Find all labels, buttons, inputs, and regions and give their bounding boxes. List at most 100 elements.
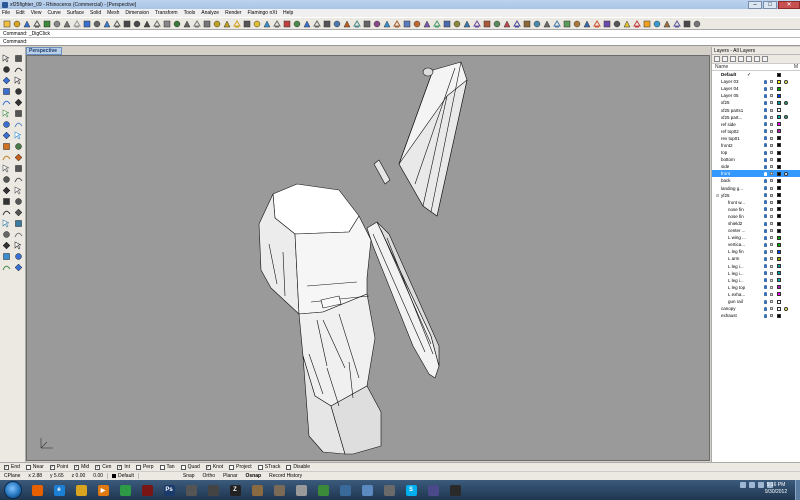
- visibility-bulb-icon[interactable]: [764, 150, 767, 155]
- osnap-mid[interactable]: ✓ Mid: [74, 464, 89, 470]
- explode-icon[interactable]: [522, 19, 531, 28]
- visibility-bulb-icon[interactable]: [764, 292, 767, 297]
- trim-icon[interactable]: [1, 163, 11, 173]
- delete-layer-icon[interactable]: [730, 56, 736, 62]
- lock-icon[interactable]: [770, 214, 773, 218]
- loft-icon[interactable]: [442, 19, 451, 28]
- layer-name[interactable]: Layer 04: [721, 86, 757, 91]
- osnap-label[interactable]: Int: [124, 464, 130, 470]
- menu-edit[interactable]: Edit: [16, 10, 25, 16]
- osnap-checkbox[interactable]: ✓: [4, 464, 9, 470]
- osnap-checkbox[interactable]: ✓: [205, 464, 211, 470]
- lock-icon[interactable]: [770, 285, 773, 289]
- gumball-icon[interactable]: [592, 19, 601, 28]
- gimp-task-button[interactable]: [270, 482, 288, 498]
- lock-icon[interactable]: [770, 172, 773, 176]
- media-player-task-button[interactable]: ▶: [94, 482, 112, 498]
- visibility-bulb-icon[interactable]: [764, 143, 767, 148]
- layer-name[interactable]: L arm: [728, 256, 754, 261]
- layer-name[interactable]: bottom: [721, 157, 757, 162]
- layer-color-swatch[interactable]: [777, 299, 781, 304]
- layer-row[interactable]: back: [712, 177, 800, 184]
- layer-row[interactable]: rev top01: [712, 135, 800, 142]
- lock-icon[interactable]: [770, 250, 773, 254]
- layer-color-swatch[interactable]: [777, 115, 781, 120]
- menu-solid[interactable]: Solid: [90, 10, 101, 16]
- layer-name[interactable]: xf25: [721, 100, 757, 105]
- split-icon[interactable]: [14, 163, 24, 173]
- osnap-label[interactable]: End: [11, 464, 20, 470]
- show-desktop-button[interactable]: [795, 480, 800, 500]
- zoom-icon[interactable]: [112, 19, 121, 28]
- visibility-bulb-icon[interactable]: [764, 313, 767, 318]
- shade-icon[interactable]: [272, 19, 281, 28]
- layer-color-swatch[interactable]: [777, 242, 781, 247]
- filter-icon[interactable]: [754, 56, 760, 62]
- command-prompt[interactable]: Command:: [3, 39, 27, 45]
- layer-row[interactable]: L exha...: [712, 291, 800, 298]
- camera-icon[interactable]: [612, 19, 621, 28]
- layer-name[interactable]: landing g...: [721, 186, 757, 191]
- layer-row[interactable]: canopy: [712, 305, 800, 312]
- layer-row[interactable]: bottom: [712, 156, 800, 163]
- fin-pod-model[interactable]: [373, 159, 391, 185]
- leg-pod-model[interactable]: [366, 221, 440, 379]
- osnap-cen[interactable]: ✓ Cen: [95, 464, 111, 470]
- mirror-icon[interactable]: [552, 19, 561, 28]
- visibility-bulb-icon[interactable]: [764, 100, 767, 105]
- lock-icon[interactable]: [770, 143, 773, 147]
- visibility-bulb-icon[interactable]: [764, 193, 767, 198]
- layer-row[interactable]: nose fin: [712, 206, 800, 213]
- boolean-icon[interactable]: [502, 19, 511, 28]
- visibility-bulb-icon[interactable]: [764, 108, 767, 113]
- new-layer-icon[interactable]: [714, 56, 720, 62]
- select-arrow-icon[interactable]: [1, 53, 11, 63]
- layer-color-swatch[interactable]: [777, 108, 781, 113]
- visibility-bulb-icon[interactable]: [764, 178, 767, 183]
- layer-row-current[interactable]: front: [712, 170, 800, 178]
- ungroup-icon[interactable]: [14, 218, 24, 228]
- visibility-bulb-icon[interactable]: [764, 271, 767, 276]
- zoom-selected-icon[interactable]: [142, 19, 151, 28]
- layer-row[interactable]: L leg i...: [712, 270, 800, 277]
- visibility-bulb-icon[interactable]: [764, 171, 767, 176]
- move-icon[interactable]: [582, 19, 591, 28]
- menu-analyze[interactable]: Analyze: [201, 10, 219, 16]
- eye-task-button[interactable]: [424, 482, 442, 498]
- zoom-extents-icon[interactable]: [132, 19, 141, 28]
- rhino-active-task-button[interactable]: [446, 482, 464, 498]
- layer-row[interactable]: vertica...: [712, 241, 800, 248]
- chrome-task-button[interactable]: [116, 482, 134, 498]
- layer-name[interactable]: front: [721, 171, 757, 176]
- extrude-icon[interactable]: [472, 19, 481, 28]
- leader-icon[interactable]: [14, 240, 24, 250]
- lock-icon[interactable]: [770, 271, 773, 275]
- visibility-bulb-icon[interactable]: [764, 157, 767, 162]
- box-icon[interactable]: [1, 130, 11, 140]
- osnap-label[interactable]: STrack: [265, 464, 281, 470]
- layer-color-swatch[interactable]: [777, 292, 781, 297]
- lock-icon[interactable]: [770, 94, 773, 98]
- osnap-label[interactable]: Quad: [188, 464, 200, 470]
- material-icon[interactable]: [784, 115, 788, 120]
- move-down-icon[interactable]: [746, 56, 752, 62]
- lock-icon[interactable]: [770, 108, 773, 112]
- osnap-checkbox[interactable]: [229, 464, 235, 470]
- sphere-icon[interactable]: [382, 19, 391, 28]
- select-icon[interactable]: [182, 19, 191, 28]
- osnap-icon[interactable]: [312, 19, 321, 28]
- move-icon[interactable]: [1, 185, 11, 195]
- layer-row[interactable]: L leg i...: [712, 277, 800, 284]
- cut-icon[interactable]: [52, 19, 61, 28]
- layer-color-swatch[interactable]: [777, 79, 781, 84]
- curve-icon[interactable]: [1, 75, 11, 85]
- osnap-checkbox[interactable]: [25, 464, 31, 470]
- status-toggle-planar[interactable]: Planar: [219, 473, 241, 479]
- layer-name[interactable]: side: [721, 164, 757, 169]
- save-icon[interactable]: [22, 19, 31, 28]
- lock-icon[interactable]: [770, 165, 773, 169]
- perspective-viewport[interactable]: [26, 55, 710, 461]
- render-icon[interactable]: [262, 19, 271, 28]
- text-icon[interactable]: [14, 108, 24, 118]
- pan-icon[interactable]: [92, 19, 101, 28]
